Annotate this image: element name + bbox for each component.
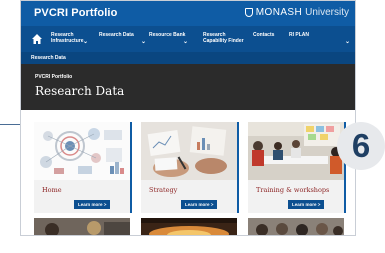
chevron-down-icon: ⌄	[141, 39, 147, 45]
screenshot-stage: { "header": { "site_title": "PVCRI Portf…	[0, 0, 385, 253]
browser-page: PVCRI Portfolio MONASH University Researc…	[20, 0, 356, 236]
learn-more-button[interactable]: Learn more >	[74, 200, 111, 209]
card-divider	[130, 122, 132, 213]
card-divider	[237, 122, 239, 213]
page-title: Research Data	[35, 84, 125, 98]
nav-item-contacts[interactable]: Contacts	[253, 32, 289, 48]
learn-more-button[interactable]: Learn more >	[288, 200, 325, 209]
card-label[interactable]: Strategy	[149, 186, 177, 194]
workshop-room-photo	[248, 122, 344, 180]
chevron-down-icon: ⌄	[345, 39, 351, 45]
chevron-down-icon: ⌄	[83, 39, 89, 45]
breadcrumb-current[interactable]: Research Data	[31, 55, 66, 61]
nav-item-label: Resource Bank	[149, 32, 186, 38]
nav-item-label: RI PLAN	[289, 32, 309, 38]
learn-more-button[interactable]: Learn more >	[181, 200, 218, 209]
breadcrumb: Research Data	[21, 52, 355, 64]
main-navigation: Research Infrastructure ⌄ Research Data …	[21, 26, 355, 52]
site-title[interactable]: PVCRI Portfolio	[34, 7, 117, 19]
shield-icon	[244, 8, 253, 17]
nav-item-research-capability-finder[interactable]: Research Capability Finder	[203, 32, 251, 48]
card-label[interactable]: Training & workshops	[256, 186, 329, 194]
callout-connector-line	[0, 124, 20, 125]
card-home[interactable]: Home Learn more >	[34, 122, 132, 213]
nav-item-resource-bank[interactable]: Resource Bank ⌄	[149, 32, 201, 48]
university-logo[interactable]: MONASH University	[244, 7, 349, 18]
nav-item-label: Research Data	[99, 32, 134, 38]
nav-item-ri-plan[interactable]: RI PLAN ⌄	[289, 32, 355, 48]
site-header: PVCRI Portfolio MONASH University	[21, 1, 355, 26]
university-brand: MONASH	[255, 7, 303, 18]
home-icon[interactable]	[31, 33, 43, 45]
nav-item-research-infrastructure[interactable]: Research Infrastructure ⌄	[51, 32, 91, 48]
lower-card-people-photo[interactable]	[34, 218, 130, 235]
card-label[interactable]: Home	[42, 186, 62, 194]
nav-item-label-line2: Capability Finder	[203, 38, 244, 44]
infographic-illustration	[34, 122, 130, 180]
page-hero: PVCRI Portfolio Research Data	[21, 64, 355, 110]
card-training-workshops[interactable]: Training & workshops Learn more >	[248, 122, 346, 213]
nav-item-research-data[interactable]: Research Data ⌄	[99, 32, 147, 48]
lower-card-group-photo[interactable]	[248, 218, 344, 235]
hands-over-charts-photo	[141, 122, 237, 180]
university-suffix: University	[305, 7, 349, 18]
nav-item-label: Contacts	[253, 32, 275, 38]
lower-card-auditorium-lights-photo[interactable]	[141, 218, 237, 235]
card-grid: Home Learn more > Strategy Learn more > …	[21, 110, 355, 235]
card-strategy[interactable]: Strategy Learn more >	[141, 122, 239, 213]
hero-parent-label: PVCRI Portfolio	[35, 74, 73, 80]
chevron-down-icon: ⌄	[183, 39, 189, 45]
step-number-badge: 6	[337, 122, 385, 170]
